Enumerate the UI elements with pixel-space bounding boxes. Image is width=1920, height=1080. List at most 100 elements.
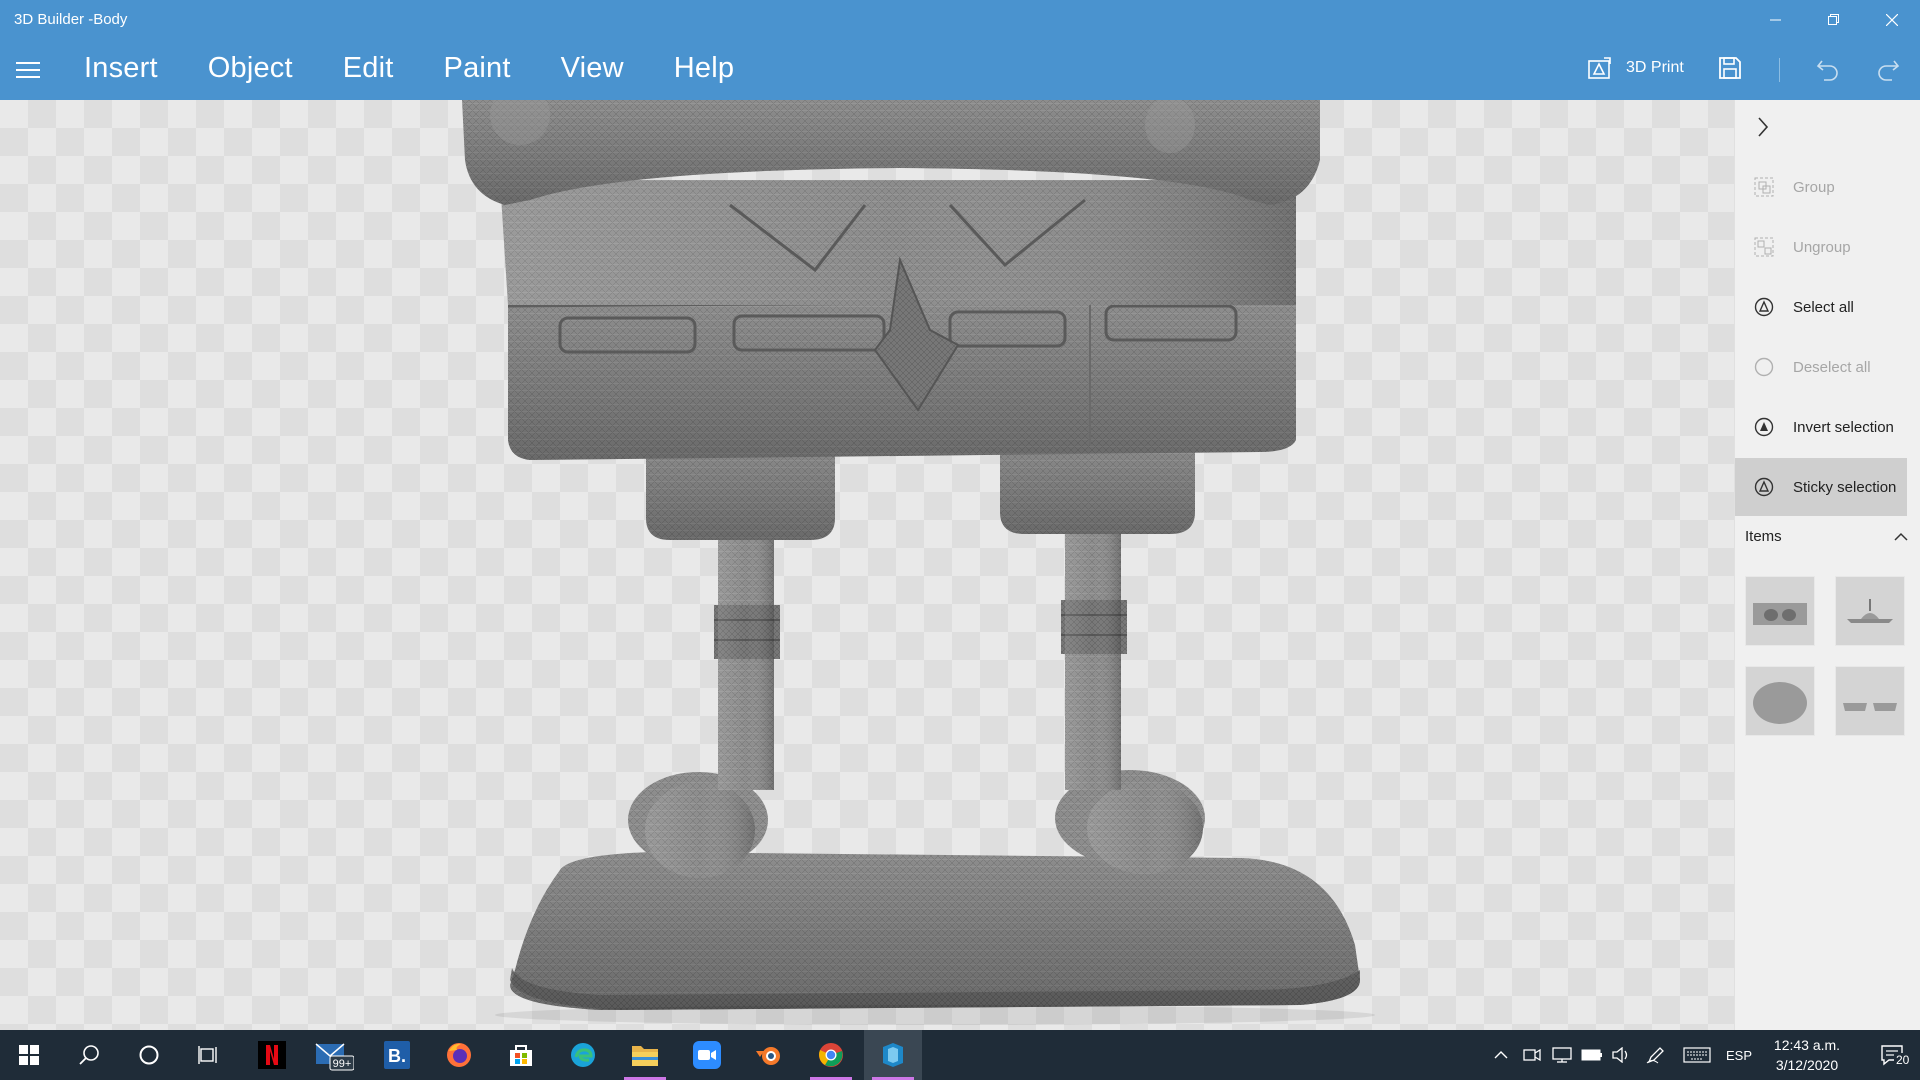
app-header: 3D Builder -Body Insert Object Edit Pain…: [0, 0, 1920, 100]
firefox-icon: [447, 1043, 471, 1067]
mail-icon: 99+: [315, 1043, 354, 1071]
group-label: Group: [1793, 178, 1835, 196]
collapse-panel-button[interactable]: [1755, 116, 1771, 143]
minimize-icon: [1770, 19, 1781, 21]
close-icon: [1886, 14, 1898, 26]
item-thumbnail[interactable]: [1835, 666, 1905, 736]
meet-now-tray[interactable]: [1518, 1030, 1546, 1080]
taskbar-app-netflix[interactable]: [243, 1030, 301, 1080]
start-button[interactable]: [0, 1030, 58, 1080]
action-center-button[interactable]: 20: [1864, 1030, 1920, 1080]
network-tray[interactable]: [1548, 1030, 1576, 1080]
items-toggle-button[interactable]: [1893, 530, 1909, 548]
svg-text:B.: B.: [388, 1046, 406, 1066]
menu-bar: Insert Object Edit Paint View Help: [84, 52, 784, 85]
folder-icon: [632, 1046, 658, 1066]
redo-button[interactable]: [1876, 57, 1900, 86]
minimize-button[interactable]: [1748, 0, 1804, 40]
blender-icon: [756, 1047, 780, 1065]
redo-icon: [1878, 60, 1900, 81]
save-button[interactable]: [1718, 56, 1742, 85]
taskbar-app-bing[interactable]: B.: [368, 1030, 426, 1080]
taskbar-app-3d-builder[interactable]: [864, 1030, 922, 1080]
deselect-all-icon: [1753, 356, 1775, 378]
taskbar-app-blender[interactable]: [740, 1030, 798, 1080]
save-icon: [1719, 57, 1741, 79]
items-header: Items: [1745, 528, 1782, 545]
3d-viewport[interactable]: [0, 100, 1734, 1030]
select-all-command[interactable]: Select all: [1735, 278, 1907, 336]
clock-time: 12:43 a.m.: [1773, 1037, 1841, 1053]
menu-view[interactable]: View: [561, 52, 624, 85]
taskbar-app-mail[interactable]: 99+: [305, 1030, 363, 1080]
menu-help[interactable]: Help: [674, 52, 734, 85]
search-button[interactable]: [60, 1030, 118, 1080]
cortana-button[interactable]: [120, 1030, 178, 1080]
undo-button[interactable]: [1816, 57, 1840, 86]
camera-icon: [1523, 1048, 1541, 1062]
volume-tray[interactable]: [1608, 1030, 1636, 1080]
deselect-all-label: Deselect all: [1793, 358, 1871, 376]
network-icon: [1552, 1047, 1572, 1063]
sticky-selection-icon: [1753, 476, 1775, 498]
group-command[interactable]: Group: [1735, 158, 1907, 216]
taskbar-app-edge[interactable]: [554, 1030, 612, 1080]
pen-icon: [1646, 1047, 1664, 1064]
toolbar-separator: [1779, 58, 1780, 82]
item-thumbnail[interactable]: [1745, 576, 1815, 646]
hamburger-menu-button[interactable]: [16, 62, 40, 78]
battery-tray[interactable]: [1578, 1030, 1606, 1080]
sticky-selection-command[interactable]: Sticky selection: [1735, 458, 1907, 516]
restore-button[interactable]: [1806, 0, 1862, 40]
sticky-selection-label: Sticky selection: [1793, 478, 1897, 496]
chrome-icon: [819, 1043, 843, 1067]
touch-keyboard-tray[interactable]: [1680, 1030, 1714, 1080]
model-base: [510, 852, 1360, 1010]
taskbar-app-store[interactable]: [492, 1030, 550, 1080]
chevron-right-icon: [1758, 117, 1769, 137]
chevron-up-icon: [1894, 532, 1908, 541]
item-thumbnail[interactable]: [1835, 576, 1905, 646]
edge-icon: [571, 1043, 595, 1067]
taskbar-app-firefox[interactable]: [430, 1030, 488, 1080]
deselect-all-command[interactable]: Deselect all: [1735, 338, 1907, 396]
windows-logo-icon: [19, 1045, 39, 1065]
3d-print-button[interactable]: 3D Print: [1588, 56, 1684, 80]
chevron-up-icon: [1494, 1051, 1508, 1059]
zoom-icon: [693, 1041, 721, 1069]
invert-selection-label: Invert selection: [1793, 418, 1894, 436]
invert-selection-icon: [1753, 416, 1775, 438]
group-icon: [1753, 176, 1775, 198]
taskbar-clock[interactable]: 12:43 a.m. 3/12/2020: [1766, 1035, 1848, 1075]
invert-selection-command[interactable]: Invert selection: [1735, 398, 1907, 456]
task-view-button[interactable]: [180, 1030, 238, 1080]
restore-icon: [1828, 14, 1839, 25]
netflix-icon: [258, 1041, 286, 1069]
search-icon: [79, 1045, 99, 1065]
taskbar-app-chrome[interactable]: [802, 1030, 860, 1080]
taskbar-app-file-explorer[interactable]: [616, 1030, 674, 1080]
show-hidden-icons-button[interactable]: [1488, 1030, 1514, 1080]
3d-model-mesh[interactable]: [0, 100, 1734, 1030]
cortana-icon: [139, 1045, 159, 1065]
select-all-icon: [1753, 296, 1775, 318]
model-shadow: [495, 1005, 1375, 1025]
battery-icon: [1581, 1049, 1602, 1061]
window-title: 3D Builder -Body: [14, 11, 128, 28]
menu-edit[interactable]: Edit: [343, 52, 394, 85]
taskbar-app-zoom[interactable]: [678, 1030, 736, 1080]
menu-insert[interactable]: Insert: [84, 52, 158, 85]
close-button[interactable]: [1864, 0, 1920, 40]
menu-object[interactable]: Object: [208, 52, 293, 85]
ungroup-command[interactable]: Ungroup: [1735, 218, 1907, 276]
mail-badge: 99+: [333, 1058, 352, 1070]
3d-builder-icon: [883, 1043, 903, 1067]
keyboard-icon: [1683, 1047, 1711, 1063]
item-thumbnail[interactable]: [1745, 666, 1815, 736]
menu-paint[interactable]: Paint: [444, 52, 511, 85]
3d-print-label: 3D Print: [1626, 59, 1684, 76]
undo-icon: [1816, 60, 1838, 81]
pen-tray[interactable]: [1642, 1030, 1670, 1080]
input-language-tray[interactable]: ESP: [1718, 1030, 1760, 1080]
volume-icon: [1612, 1047, 1628, 1063]
